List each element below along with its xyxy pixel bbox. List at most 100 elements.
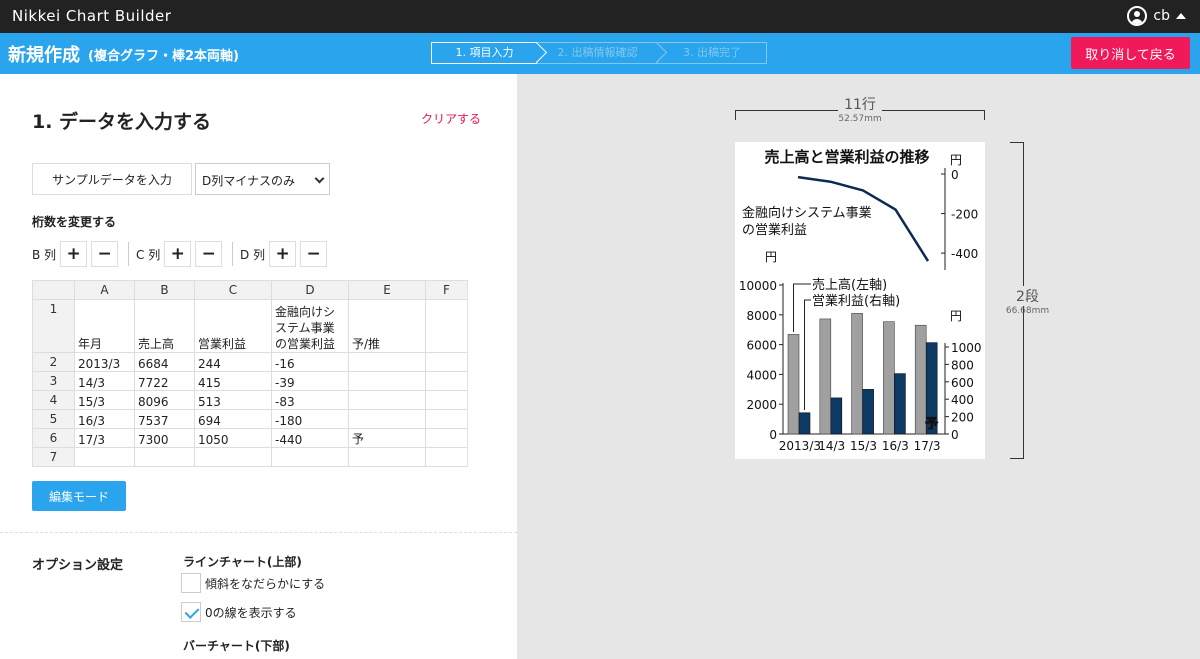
table-cell[interactable]: 8096 xyxy=(134,390,195,410)
table-cell[interactable] xyxy=(425,390,468,410)
digit-minus-c-button[interactable]: − xyxy=(195,241,223,267)
line-annotation: 金融向けシステム事業 xyxy=(742,205,872,221)
table-cell[interactable]: -16 xyxy=(271,352,349,372)
sample-data-select[interactable]: D列マイナスのみ xyxy=(195,163,330,195)
row-header[interactable]: 1 xyxy=(32,299,75,353)
table-cell[interactable]: 7722 xyxy=(134,371,195,391)
table-cell[interactable] xyxy=(348,390,426,410)
sample-data-button[interactable]: サンプルデータを入力 xyxy=(32,163,192,195)
table-cell[interactable] xyxy=(194,447,272,467)
table-cell[interactable] xyxy=(425,299,468,353)
zero-line-option[interactable]: 0の線を表示する xyxy=(181,602,297,622)
table-cell[interactable]: -440 xyxy=(271,428,349,448)
step-input: 1. 項目入力 xyxy=(431,41,548,64)
digit-plus-d-button[interactable]: + xyxy=(269,241,297,267)
bar-profit xyxy=(798,412,811,435)
step-confirm: 2. 出稿情報確認 xyxy=(537,41,668,64)
user-menu[interactable]: cb xyxy=(1127,6,1186,26)
x-tick-label: 14/3 xyxy=(818,439,845,453)
table-cell[interactable]: 6684 xyxy=(134,352,195,372)
bar-right-tick-label: 800 xyxy=(951,358,974,372)
table-cell[interactable]: -83 xyxy=(271,390,349,410)
table-cell[interactable]: 16/3 xyxy=(74,409,135,429)
table-cell[interactable]: 244 xyxy=(194,352,272,372)
bar-sales xyxy=(851,313,863,435)
table-cell[interactable] xyxy=(348,352,426,372)
zero-line-label: 0の線を表示する xyxy=(205,605,297,620)
bar-chart-section-title: バーチャート(下部) xyxy=(183,639,290,653)
table-cell[interactable]: 15/3 xyxy=(74,390,135,410)
table-cell[interactable] xyxy=(425,352,468,372)
table-row: 7 xyxy=(32,447,468,467)
chart-title: 売上高と営業利益の推移 xyxy=(764,148,929,166)
table-cell[interactable] xyxy=(134,447,195,467)
table-row: 3 14/3 7722 415 -39 xyxy=(32,371,468,391)
table-cell[interactable] xyxy=(425,428,468,448)
bar-right-tick-label: 600 xyxy=(951,376,974,390)
zero-line-checkbox[interactable] xyxy=(181,602,201,622)
table-cell[interactable]: 415 xyxy=(194,371,272,391)
table-cell[interactable]: 1050 xyxy=(194,428,272,448)
row-header[interactable]: 4 xyxy=(32,390,75,410)
table-cell[interactable]: 2013/3 xyxy=(74,352,135,372)
column-header[interactable]: F xyxy=(425,280,468,300)
table-cell[interactable]: 予/推 xyxy=(348,299,426,353)
width-label: 11行 xyxy=(838,94,882,114)
row-header[interactable]: 7 xyxy=(32,447,75,467)
table-row: 6 17/3 7300 1050 -440 予 xyxy=(32,428,468,448)
digit-minus-d-button[interactable]: − xyxy=(300,241,328,267)
table-cell[interactable] xyxy=(271,447,349,467)
digit-plus-c-button[interactable]: + xyxy=(164,241,192,267)
table-cell[interactable]: 年月 xyxy=(74,299,135,353)
table-cell[interactable] xyxy=(348,447,426,467)
digit-minus-b-button[interactable]: − xyxy=(91,241,119,267)
bar-right-unit-label: 円 xyxy=(950,309,962,323)
table-row: 1 年月 売上高 営業利益 金融向けシステム事業の営業利益 予/推 xyxy=(32,299,468,353)
table-cell[interactable] xyxy=(74,447,135,467)
smooth-option[interactable]: 傾斜をなだらかにする xyxy=(181,573,325,593)
table-cell[interactable]: 7537 xyxy=(134,409,195,429)
smooth-checkbox[interactable] xyxy=(181,573,201,593)
table-cell[interactable] xyxy=(348,371,426,391)
table-cell[interactable]: -39 xyxy=(271,371,349,391)
table-cell[interactable] xyxy=(425,371,468,391)
digit-control-d: D 列 + − xyxy=(240,241,328,267)
row-header[interactable]: 6 xyxy=(32,428,75,448)
width-dimension: 11行 52.57mm xyxy=(735,94,985,126)
bar-profit xyxy=(830,397,843,435)
row-header[interactable]: 3 xyxy=(32,371,75,391)
table-cell[interactable] xyxy=(425,447,468,467)
table-cell[interactable] xyxy=(348,409,426,429)
table-cell[interactable] xyxy=(425,409,468,429)
column-header[interactable]: B xyxy=(134,280,195,300)
section-title: 1. データを入力する xyxy=(32,111,212,133)
edit-mode-button[interactable]: 編集モード xyxy=(32,481,126,511)
table-cell[interactable]: 営業利益 xyxy=(194,299,272,353)
table-cell[interactable]: 予 xyxy=(348,428,426,448)
x-tick-label: 2013/3 xyxy=(779,439,821,453)
line-tick-label: -400 xyxy=(951,247,978,261)
column-header[interactable]: C xyxy=(194,280,272,300)
bar-left-unit-label: 円 xyxy=(765,250,777,264)
table-cell[interactable]: 売上高 xyxy=(134,299,195,353)
clear-link[interactable]: クリアする xyxy=(421,110,481,127)
data-spreadsheet[interactable]: A B C D E F 1 年月 売上高 営業利益 金融向けシステム事業の営業利… xyxy=(32,280,468,467)
table-cell[interactable]: 513 xyxy=(194,390,272,410)
options-title: オプション設定 xyxy=(32,558,124,573)
user-avatar-icon xyxy=(1127,6,1148,26)
column-header[interactable]: A xyxy=(74,280,135,300)
bar-right-tick-label: 400 xyxy=(951,393,974,407)
digit-plus-b-button[interactable]: + xyxy=(60,241,88,267)
table-cell[interactable]: -180 xyxy=(271,409,349,429)
table-cell[interactable]: 金融向けシステム事業の営業利益 xyxy=(271,299,349,353)
column-header[interactable]: D xyxy=(271,280,349,300)
column-header[interactable]: E xyxy=(348,280,426,300)
cancel-back-button[interactable]: 取り消して戻る xyxy=(1071,37,1190,69)
row-header[interactable]: 2 xyxy=(32,352,75,372)
table-cell[interactable]: 694 xyxy=(194,409,272,429)
table-cell[interactable]: 17/3 xyxy=(74,428,135,448)
table-cell[interactable]: 7300 xyxy=(134,428,195,448)
legend-leader-sales xyxy=(793,283,811,332)
row-header[interactable]: 5 xyxy=(32,409,75,429)
table-cell[interactable]: 14/3 xyxy=(74,371,135,391)
